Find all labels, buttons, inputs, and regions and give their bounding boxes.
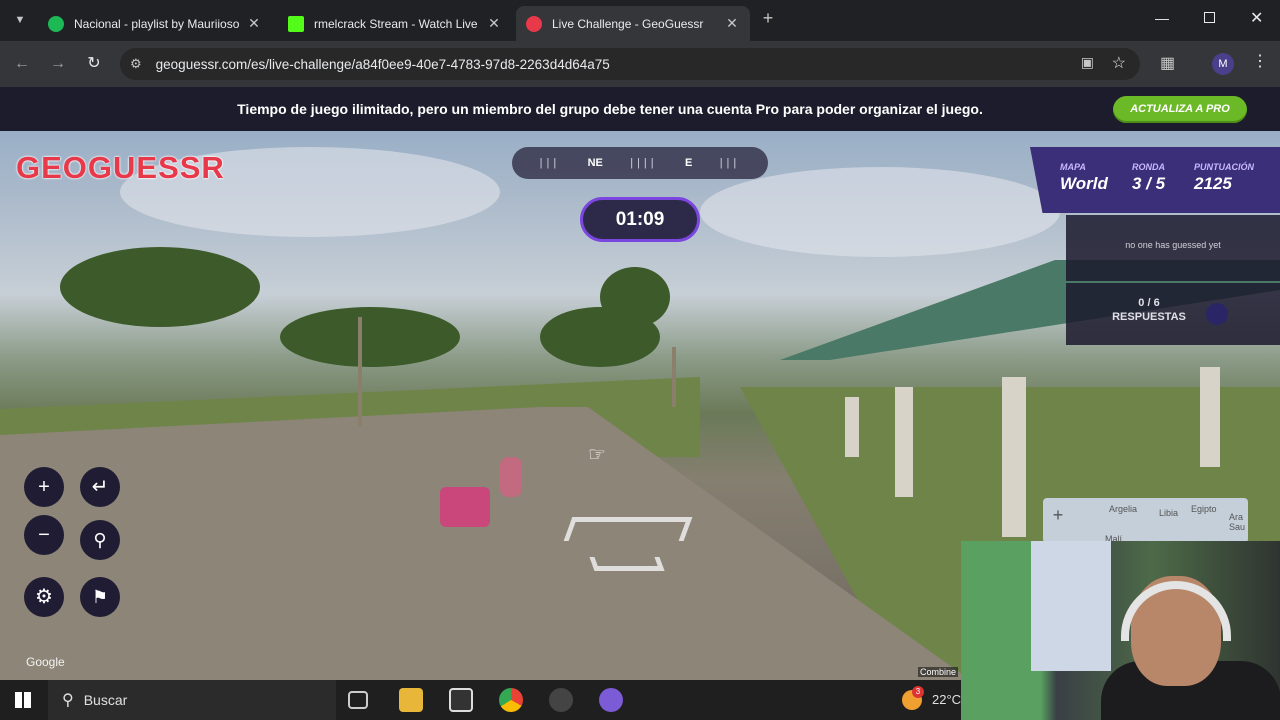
banner-message: Tiempo de juego ilimitado, pero un miemb… bbox=[237, 101, 983, 117]
game-status-panel: MAPA World RONDA 3 / 5 PUNTUACIÓN 2125 bbox=[1030, 147, 1280, 213]
back-button[interactable]: ← bbox=[10, 52, 34, 76]
map-label-algeria: Argelia bbox=[1109, 504, 1138, 514]
site-info-icon[interactable]: ⚙ bbox=[130, 56, 142, 72]
search-icon: ⚲ bbox=[62, 692, 74, 709]
tab-spotify[interactable]: Nacional - playlist by Mauriioso ✕ bbox=[38, 6, 272, 41]
close-icon[interactable]: ✕ bbox=[724, 15, 740, 32]
score-value: 2125 bbox=[1194, 174, 1232, 193]
close-window-button[interactable]: ✕ bbox=[1250, 8, 1263, 28]
map-label: MAPA bbox=[1060, 162, 1086, 172]
settings-button[interactable]: ⚙ bbox=[24, 577, 64, 617]
close-icon[interactable]: ✕ bbox=[486, 15, 502, 32]
restore-button[interactable] bbox=[1204, 12, 1215, 23]
round-timer: 01:09 bbox=[580, 197, 700, 242]
geoguessr-icon bbox=[526, 15, 542, 32]
flag-button[interactable]: ⚑ bbox=[80, 577, 120, 617]
score-stat: PUNTUACIÓN 2125 bbox=[1194, 162, 1254, 194]
browser-tab-bar: ▼ Nacional - playlist by Mauriioso ✕ rme… bbox=[0, 0, 1280, 41]
compass-e: E bbox=[685, 157, 693, 169]
obs-icon[interactable] bbox=[549, 688, 573, 712]
score-label: PUNTUACIÓN bbox=[1194, 162, 1254, 172]
cloud bbox=[700, 167, 1060, 257]
palm-tree bbox=[280, 307, 460, 367]
app-icon[interactable] bbox=[449, 688, 473, 712]
pro-banner: Tiempo de juego ilimitado, pero un miemb… bbox=[0, 87, 1280, 131]
avatar[interactable]: M bbox=[1212, 53, 1234, 75]
person-with-stroller bbox=[440, 457, 530, 547]
pole bbox=[672, 347, 676, 407]
map-label-saudi: Ara Sau bbox=[1229, 512, 1246, 532]
map-stat: MAPA World bbox=[1060, 162, 1108, 194]
tab-title: Nacional - playlist by Mauriioso bbox=[74, 16, 240, 31]
new-tab-button[interactable]: + bbox=[758, 8, 778, 32]
answer-indicator bbox=[1206, 303, 1228, 325]
zoom-in-button[interactable]: + bbox=[24, 467, 64, 507]
cursor-icon: ☞ bbox=[588, 444, 606, 466]
answers-panel: 0 / 6 RESPUESTAS bbox=[1066, 283, 1280, 345]
tab-search-button[interactable]: ▼ bbox=[10, 10, 30, 30]
shelter-pillar bbox=[895, 387, 913, 497]
move-arrow[interactable] bbox=[589, 557, 665, 571]
map-label-egypt: Egipto bbox=[1191, 504, 1217, 514]
palm-tree bbox=[60, 247, 260, 327]
install-icon[interactable]: ▣ bbox=[1081, 54, 1094, 71]
pole bbox=[358, 317, 362, 427]
chrome-icon[interactable] bbox=[499, 688, 523, 712]
shelter-pillar bbox=[1002, 377, 1026, 537]
webcam-overlay bbox=[961, 541, 1280, 720]
tab-title: rmelcrack Stream - Watch Live o bbox=[314, 16, 480, 31]
zoom-out-button[interactable]: − bbox=[24, 515, 64, 555]
headset bbox=[1121, 581, 1231, 641]
windows-start-icon[interactable] bbox=[15, 692, 31, 708]
compass-ticks: ||| bbox=[719, 157, 741, 169]
search-placeholder: Buscar bbox=[83, 692, 128, 708]
spotify-icon bbox=[48, 15, 64, 32]
move-arrow[interactable] bbox=[563, 517, 693, 541]
url-text[interactable]: geoguessr.com/es/live-challenge/a84f0ee9… bbox=[156, 57, 610, 72]
map-label-libya: Libia bbox=[1159, 508, 1179, 518]
bookmark-star-icon[interactable]: ☆ bbox=[1112, 53, 1126, 73]
compass-ticks: ||| bbox=[539, 157, 561, 169]
round-value: 3 / 5 bbox=[1132, 174, 1166, 193]
round-label: RONDA bbox=[1132, 162, 1165, 172]
tab-kick[interactable]: rmelcrack Stream - Watch Live o ✕ bbox=[278, 6, 512, 41]
palm-tree bbox=[600, 267, 670, 327]
windows-taskbar: ⚲ Buscar 3 22°C bbox=[0, 680, 961, 720]
undo-move-button[interactable]: ↵ bbox=[80, 467, 120, 507]
guess-status-panel: no one has guessed yet bbox=[1066, 215, 1280, 281]
taskbar-search[interactable]: ⚲ Buscar bbox=[48, 680, 336, 720]
forward-button[interactable]: → bbox=[46, 52, 70, 76]
guess-minimap[interactable]: + Argelia Libia Egipto Ara Sau Malí bbox=[1043, 498, 1248, 544]
menu-icon[interactable]: ⋮ bbox=[1252, 51, 1268, 71]
tab-title: Live Challenge - GeoGuessr bbox=[552, 16, 704, 31]
reload-button[interactable]: ↻ bbox=[82, 52, 106, 76]
extensions-icon[interactable]: ▦ bbox=[1160, 53, 1175, 73]
minimap-expand-icon[interactable]: + bbox=[1049, 506, 1067, 524]
compass-ticks: |||| bbox=[630, 157, 658, 169]
return-to-start-button[interactable]: ⚲ bbox=[80, 520, 120, 560]
round-stat: RONDA 3 / 5 bbox=[1132, 162, 1165, 194]
shelter-pillar bbox=[1200, 367, 1220, 467]
minimize-button[interactable]: — bbox=[1155, 10, 1169, 26]
compass-ne: NE bbox=[587, 157, 603, 169]
tab-geoguessr[interactable]: Live Challenge - GeoGuessr ✕ bbox=[516, 6, 750, 41]
file-explorer-icon[interactable] bbox=[399, 688, 423, 712]
weather-temp: 22°C bbox=[932, 692, 962, 707]
combine-text: Combine bbox=[918, 667, 959, 677]
address-bar[interactable]: ⚙ geoguessr.com/es/live-challenge/a84f0e… bbox=[120, 48, 1140, 80]
map-value: World bbox=[1060, 174, 1108, 193]
compass: ||| NE |||| E ||| bbox=[512, 147, 768, 179]
weather-badge: 3 bbox=[912, 686, 924, 698]
discord-icon[interactable] bbox=[599, 688, 623, 712]
close-icon[interactable]: ✕ bbox=[246, 15, 262, 32]
kick-icon bbox=[288, 15, 304, 32]
shelter-pillar bbox=[845, 397, 859, 457]
upgrade-pro-button[interactable]: ACTUALIZA A PRO bbox=[1113, 96, 1247, 123]
curtain bbox=[1031, 541, 1111, 671]
google-credit: Google bbox=[26, 655, 65, 669]
geoguessr-logo[interactable]: GEOGUESSR bbox=[16, 150, 225, 186]
task-view-icon[interactable] bbox=[348, 691, 368, 709]
browser-toolbar: ← → ↻ ⚙ geoguessr.com/es/live-challenge/… bbox=[0, 41, 1280, 87]
